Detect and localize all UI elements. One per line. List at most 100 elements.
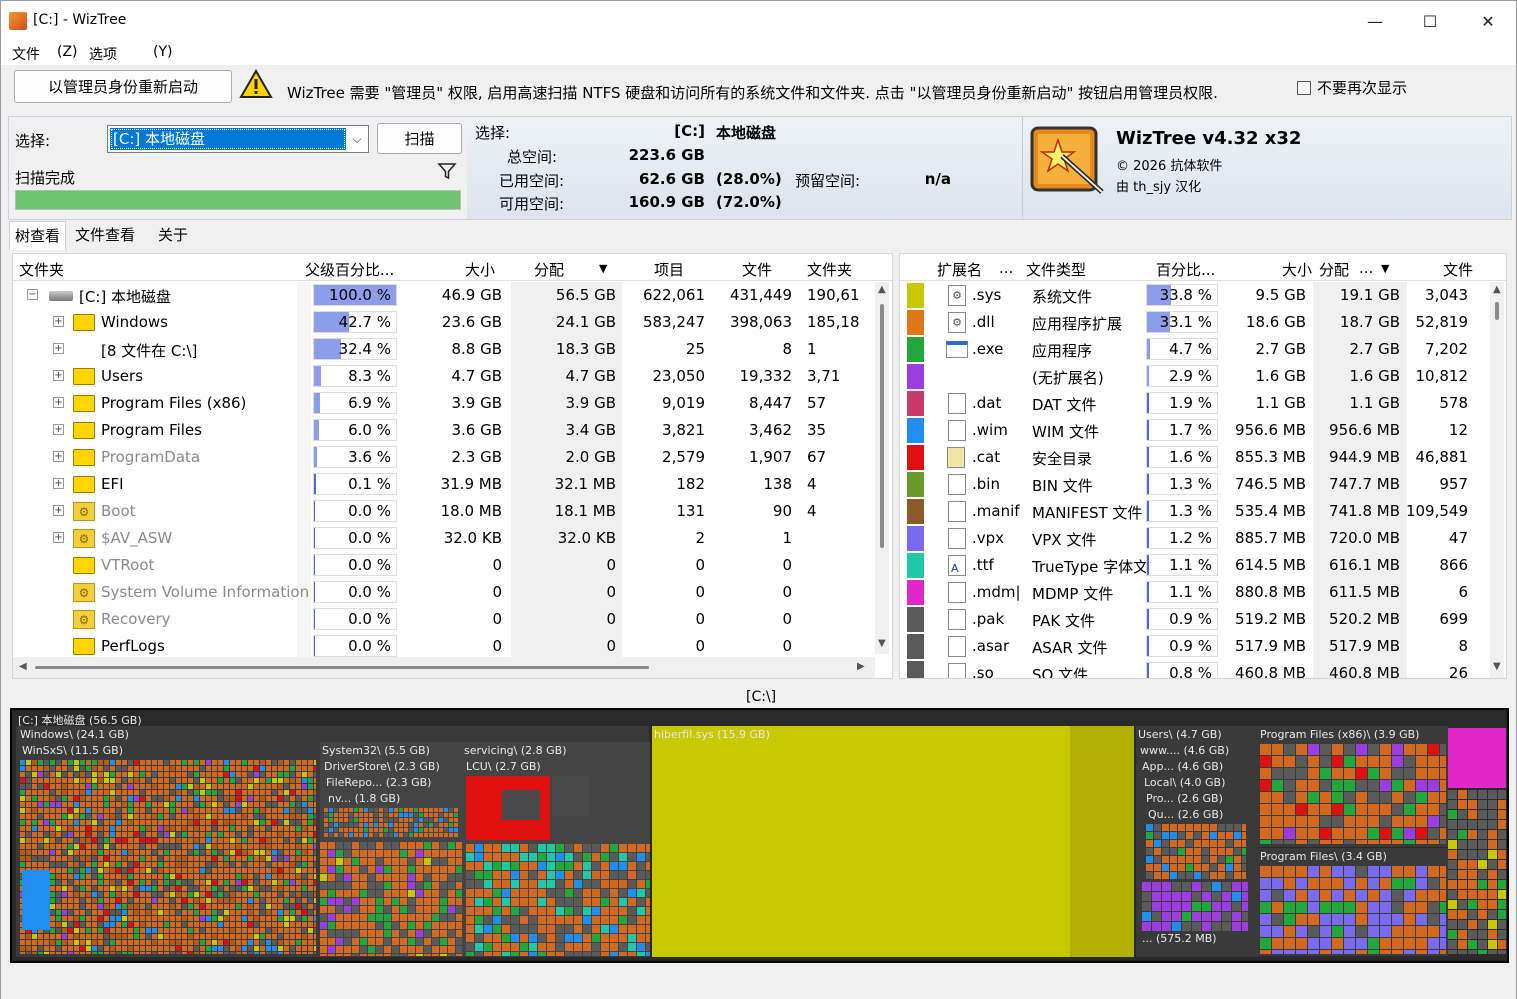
parent-percent-fill bbox=[314, 393, 320, 413]
scan-button[interactable]: 扫描 bbox=[377, 123, 462, 154]
select-label: 选择: bbox=[15, 132, 51, 150]
menu-options[interactable]: 选项 bbox=[89, 44, 117, 64]
tree-row[interactable]: + ProgramData 3.6 % 2.3 GB 2.0 GB 2,579 1,907 6… bbox=[13, 444, 892, 471]
tree-row[interactable]: + Program Files 6.0 % 3.6 GB 3.4 GB 3,821 3,46… bbox=[13, 417, 892, 444]
tree-hscroll-thumb[interactable] bbox=[35, 666, 649, 669]
scroll-right-icon[interactable]: ▶ bbox=[857, 661, 865, 672]
tree-row[interactable]: + Windows 42.7 % 23.6 GB 24.1 GB 583,247 398,0… bbox=[13, 309, 892, 336]
ext-row[interactable]: .asar ASAR 文件 0.9 % 517.9 MB 517.9 MB 8 bbox=[900, 633, 1506, 660]
col-extension[interactable]: 扩展名 bbox=[937, 259, 982, 280]
treemap-wim-block[interactable] bbox=[22, 870, 50, 930]
expand-toggle-icon[interactable]: − bbox=[27, 289, 38, 300]
expand-toggle-icon[interactable]: + bbox=[53, 451, 64, 462]
parent-percent-fill bbox=[314, 447, 317, 467]
expand-toggle-icon[interactable]: + bbox=[53, 343, 64, 354]
parent-percent-bar: 6.0 % bbox=[313, 419, 397, 441]
scroll-up-icon[interactable]: ▲ bbox=[878, 284, 886, 295]
col-allocated[interactable]: 分配 bbox=[1319, 259, 1349, 280]
restart-as-admin-button[interactable]: 以管理员身份重新启动 bbox=[14, 70, 232, 103]
expand-toggle-icon[interactable]: + bbox=[53, 505, 64, 516]
treemap-www-label: www.... (4.6 GB) bbox=[1140, 744, 1230, 757]
tree-row[interactable]: + ⚙ $AV_ASW 0.0 % 32.0 KB 32.0 KB 2 1 bbox=[13, 525, 892, 552]
col-files[interactable]: 文件 bbox=[1443, 259, 1473, 280]
expand-toggle-icon[interactable]: + bbox=[53, 478, 64, 489]
tree-row[interactable]: ⚙ Recovery 0.0 % 0 0 0 0 bbox=[13, 606, 892, 633]
scroll-down-icon[interactable]: ▼ bbox=[1493, 661, 1501, 672]
parent-percent-bar: 0.0 % bbox=[313, 608, 397, 630]
maximize-button[interactable]: ☐ bbox=[1401, 1, 1459, 41]
col-items[interactable]: 项目 bbox=[654, 259, 684, 280]
tree-row[interactable]: − [C:] 本地磁盘 100.0 % 46.9 GB 56.5 GB 622,061 43… bbox=[13, 282, 892, 309]
ext-row[interactable]: ⚙ .dll 应用程序扩展 33.1 % 18.6 GB 18.7 GB 52,819 bbox=[900, 309, 1506, 336]
tree-row[interactable]: VTRoot 0.0 % 0 0 0 0 bbox=[13, 552, 892, 579]
tab-tree-view[interactable]: 树查看 bbox=[9, 221, 67, 250]
menu-file-shortcut[interactable]: (Z) bbox=[57, 44, 78, 60]
dont-show-again-checkbox[interactable]: 不要再次显示 bbox=[1297, 77, 1407, 98]
tree-row[interactable]: ⚙ System Volume Information 0.0 % 0 0 0 0 bbox=[13, 579, 892, 606]
col-parent-percent[interactable]: 父级百分比... bbox=[305, 259, 394, 280]
col-folders[interactable]: 文件夹 bbox=[807, 259, 852, 280]
tab-file-view[interactable]: 文件查看 bbox=[70, 221, 140, 250]
ext-vertical-scrollbar[interactable]: ▲ ▼ bbox=[1490, 282, 1504, 678]
col-percent[interactable]: 百分比... bbox=[1156, 259, 1215, 280]
ext-row[interactable]: .bin BIN 文件 1.3 % 746.5 MB 747.7 MB 957 bbox=[900, 471, 1506, 498]
tree-row[interactable]: + ⚙ Boot 0.0 % 18.0 MB 18.1 MB 131 90 4 bbox=[13, 498, 892, 525]
close-button[interactable]: ✕ bbox=[1459, 1, 1517, 41]
ext-row[interactable]: .cat 安全目录 1.6 % 855.3 MB 944.9 MB 46,881 bbox=[900, 444, 1506, 471]
tree-scroll-thumb[interactable] bbox=[880, 304, 884, 548]
ext-row[interactable]: .dat DAT 文件 1.9 % 1.1 GB 1.1 GB 578 bbox=[900, 390, 1506, 417]
ext-row[interactable]: A .ttf TrueType 字体文 1.1 % 614.5 MB 616.1 MB 86… bbox=[900, 552, 1506, 579]
expand-toggle-icon[interactable]: + bbox=[53, 424, 64, 435]
minimize-button[interactable]: — bbox=[1346, 1, 1404, 41]
ext-row[interactable]: ⚙ .sys 系统文件 33.8 % 9.5 GB 19.1 GB 3,043 bbox=[900, 282, 1506, 309]
expand-toggle-icon[interactable]: + bbox=[53, 316, 64, 327]
tree-horizontal-scrollbar[interactable]: ◀ ▶ bbox=[13, 657, 875, 678]
ext-color-swatch bbox=[907, 661, 924, 678]
size-cell: 1.6 GB bbox=[1255, 367, 1306, 385]
parent-percent-fill bbox=[314, 366, 321, 386]
tree-vertical-scrollbar[interactable]: ▲ ▼ bbox=[875, 282, 889, 654]
file-type: 系统文件 bbox=[1032, 288, 1093, 306]
ext-row[interactable]: .mdm| MDMP 文件 1.1 % 880.8 MB 611.5 MB 6 bbox=[900, 579, 1506, 606]
col-files[interactable]: 文件 bbox=[742, 259, 772, 280]
menu-options-shortcut[interactable]: (Y) bbox=[153, 44, 172, 60]
expand-toggle-icon[interactable]: + bbox=[53, 532, 64, 543]
tree-row[interactable]: + [8 文件在 C:\] 32.4 % 8.8 GB 18.3 GB 25 8 1 bbox=[13, 336, 892, 363]
allocated-cell: 0 bbox=[606, 610, 616, 628]
ext-scroll-thumb[interactable] bbox=[1495, 302, 1499, 320]
tree-row[interactable]: + EFI 0.1 % 31.9 MB 32.1 MB 182 138 4 bbox=[13, 471, 892, 498]
tree-row[interactable]: PerfLogs 0.0 % 0 0 0 0 bbox=[13, 633, 892, 660]
treemap-pagefile[interactable] bbox=[1070, 726, 1134, 957]
col-size[interactable]: 大小 bbox=[465, 259, 495, 280]
chevron-down-icon[interactable]: ⌵ bbox=[347, 127, 367, 151]
percent-text: 0.9 % bbox=[1169, 610, 1212, 628]
col-extension-more[interactable]: ... bbox=[999, 259, 1013, 277]
expand-toggle-icon[interactable]: + bbox=[53, 370, 64, 381]
ext-row[interactable]: .exe 应用程序 4.7 % 2.7 GB 2.7 GB 7,202 bbox=[900, 336, 1506, 363]
drive-select-value[interactable]: [C:] 本地磁盘 bbox=[110, 128, 346, 150]
ext-row[interactable]: (无扩展名) 2.9 % 1.6 GB 1.6 GB 10,812 bbox=[900, 363, 1506, 390]
ext-row[interactable]: .wim WIM 文件 1.7 % 956.6 MB 956.6 MB 12 bbox=[900, 417, 1506, 444]
treemap-hiberfil[interactable] bbox=[652, 726, 1134, 957]
expand-toggle-icon[interactable]: + bbox=[53, 397, 64, 408]
scroll-left-icon[interactable]: ◀ bbox=[19, 661, 27, 672]
tree-row[interactable]: + Users 8.3 % 4.7 GB 4.7 GB 23,050 19,332 3,71 bbox=[13, 363, 892, 390]
ext-row[interactable]: .pak PAK 文件 0.9 % 519.2 MB 520.2 MB 699 bbox=[900, 606, 1506, 633]
tab-about[interactable]: 关于 bbox=[153, 221, 193, 250]
ext-row[interactable]: .vpx VPX 文件 1.2 % 885.7 MB 720.0 MB 47 bbox=[900, 525, 1506, 552]
col-size[interactable]: 大小 bbox=[1282, 259, 1312, 280]
col-folder[interactable]: 文件夹 bbox=[19, 259, 64, 280]
scroll-up-icon[interactable]: ▲ bbox=[1493, 284, 1501, 295]
menu-file[interactable]: 文件 bbox=[12, 44, 40, 64]
disk-treemap[interactable]: [C:] 本地磁盘 (56.5 GB) Windows\ (24.1 GB) Win… bbox=[10, 708, 1509, 963]
col-allocated-more[interactable]: ... bbox=[1359, 259, 1373, 277]
treemap-mdmp-block[interactable] bbox=[1448, 728, 1506, 788]
col-file-type[interactable]: 文件类型 bbox=[1026, 259, 1086, 280]
scroll-down-icon[interactable]: ▼ bbox=[878, 638, 886, 649]
ext-row[interactable]: .manif MANIFEST 文件 1.3 % 535.4 MB 741.8 MB 10… bbox=[900, 498, 1506, 525]
tree-row[interactable]: + Program Files (x86) 6.9 % 3.9 GB 3.9 GB 9,0… bbox=[13, 390, 892, 417]
filter-icon[interactable] bbox=[437, 161, 457, 185]
checkbox-box[interactable] bbox=[1297, 80, 1311, 95]
col-allocated[interactable]: 分配 bbox=[534, 259, 564, 280]
ext-row[interactable]: .so SO 文件 0.8 % 460.8 MB 460.8 MB 26 bbox=[900, 660, 1506, 678]
